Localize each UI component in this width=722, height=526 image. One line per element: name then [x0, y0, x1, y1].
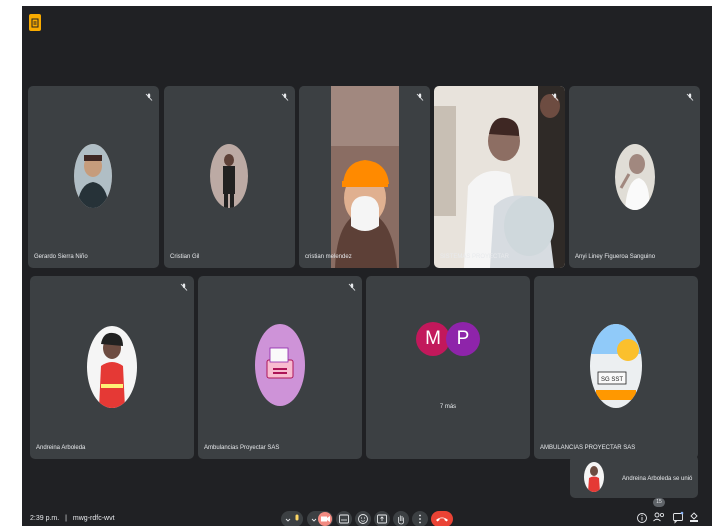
participant-tile[interactable]: Gerardo Sierra Niño	[28, 86, 159, 268]
meeting-details: 2:39 p.m. | mwg-rdfc-wvt	[30, 515, 115, 522]
people-icon	[653, 512, 664, 522]
captions-button[interactable]	[336, 511, 352, 526]
meeting-code: mwg-rdfc-wvt	[72, 515, 115, 522]
leave-call-button[interactable]	[431, 511, 453, 526]
initial-avatar: M	[416, 322, 450, 356]
participant-tile[interactable]: cristian melendez	[299, 86, 430, 268]
present-screen-icon	[377, 514, 387, 524]
video-feed	[434, 86, 565, 268]
end-call-icon	[436, 517, 448, 522]
meet-window: Gerardo Sierra Niño Cristian Gil cristia…	[22, 6, 712, 526]
captions-icon	[339, 514, 349, 524]
initial-avatar: P	[446, 322, 480, 356]
avatar	[615, 144, 655, 210]
activities-icon[interactable]	[688, 510, 700, 524]
avatar	[210, 144, 248, 208]
participant-tile[interactable]: Ambulancias Proyectar SAS	[198, 276, 362, 459]
mic-menu-button[interactable]	[281, 511, 303, 526]
mic-off-icon	[551, 93, 559, 101]
avatar	[255, 324, 305, 406]
more-participants-tile[interactable]: M P 7 más	[366, 276, 530, 459]
mic-off-icon	[145, 93, 153, 101]
participant-name: Andreina Arboleda	[36, 445, 86, 451]
participant-tile[interactable]: Andreina Arboleda	[30, 276, 194, 459]
avatar: SG SST	[590, 324, 642, 408]
more-vert-icon	[419, 514, 421, 524]
camera-menu-button[interactable]	[307, 511, 333, 526]
avatar	[87, 326, 137, 408]
participant-name: AMBULANCIAS PROYECTAR SAS	[540, 445, 636, 451]
mic-off-icon	[281, 93, 289, 101]
participant-name: Ambulancias Proyectar SAS	[204, 445, 280, 451]
participant-name: Gerardo Sierra Niño	[34, 254, 88, 260]
mic-off-icon	[348, 283, 356, 291]
reactions-button[interactable]	[355, 511, 371, 526]
present-button[interactable]	[374, 511, 390, 526]
emoji-icon	[358, 514, 368, 524]
avatar	[584, 462, 604, 492]
raise-hand-button[interactable]	[393, 511, 409, 526]
avatar	[74, 144, 112, 208]
more-options-button[interactable]	[412, 511, 428, 526]
participant-name: Cristian Gil	[170, 254, 200, 260]
chat-icon[interactable]	[672, 510, 684, 524]
more-count-label: 7 más	[439, 404, 457, 410]
participant-name: Anyi Liney Figueroa Sanguino	[575, 254, 656, 260]
divider: |	[65, 515, 67, 522]
join-notification: Andreina Arboleda se unió	[570, 455, 698, 498]
participant-count-badge: 15	[653, 498, 665, 507]
participant-tile[interactable]: SG SST AMBULANCIAS PROYECTAR SAS	[534, 276, 698, 459]
mic-off-icon	[180, 283, 188, 291]
participant-name: cristian melendez	[305, 254, 352, 260]
video-feed	[299, 86, 430, 268]
participant-tile[interactable]: Cristian Gil	[164, 86, 295, 268]
info-icon[interactable]	[636, 510, 648, 524]
participant-tile[interactable]: Anyi Liney Figueroa Sanguino	[569, 86, 700, 268]
mic-off-icon	[686, 93, 694, 101]
hand-icon	[398, 515, 404, 525]
people-button[interactable]: 15	[652, 498, 666, 526]
participant-name: SISTEMAS PROYECTAR	[440, 254, 509, 260]
meeting-time: 2:39 p.m.	[30, 515, 60, 522]
sgsst-logo-text: SG SST	[601, 377, 623, 383]
mic-off-icon	[416, 93, 424, 101]
participant-tile[interactable]: SISTEMAS PROYECTAR	[434, 86, 565, 268]
join-notification-text: Andreina Arboleda se unió	[622, 476, 693, 482]
meeting-info-icon[interactable]	[29, 14, 41, 31]
